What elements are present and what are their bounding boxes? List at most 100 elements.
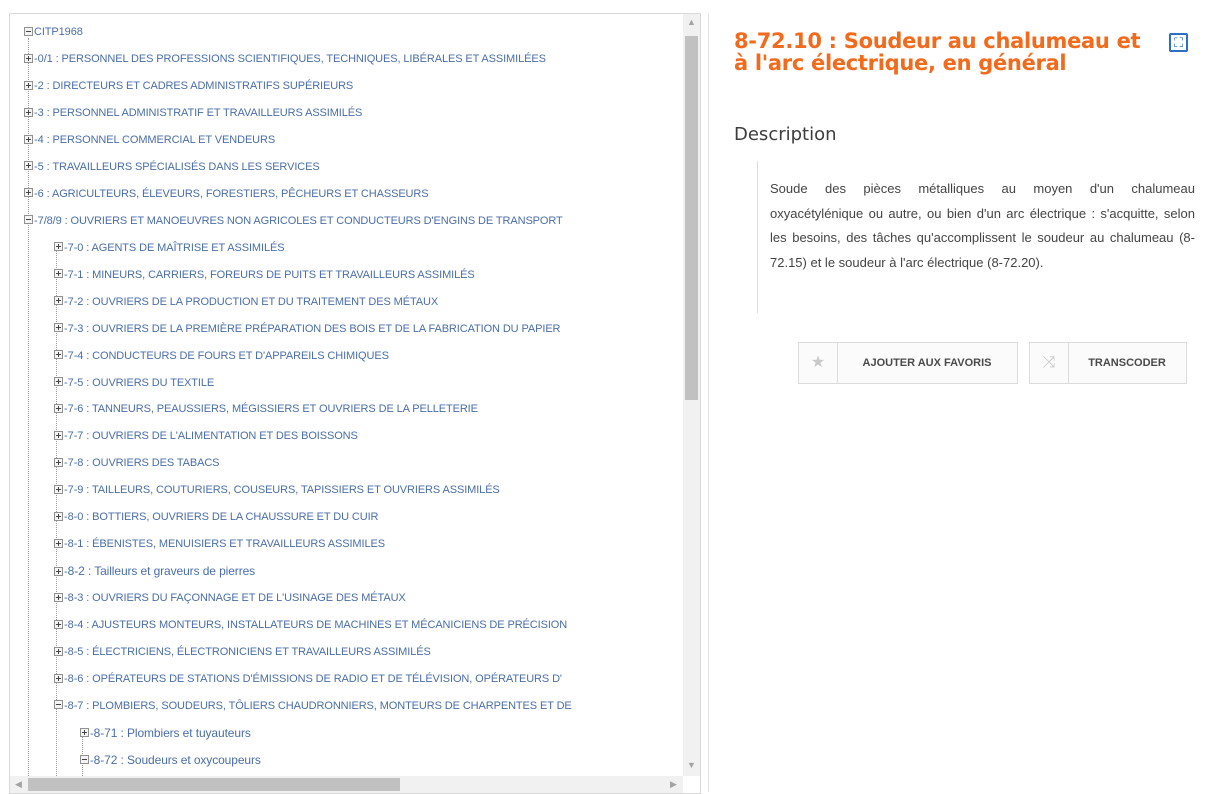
expand-icon[interactable] <box>54 296 63 306</box>
collapse-icon[interactable] <box>80 755 89 765</box>
tree-item-label[interactable]: 7-3 : OUVRIERS DE LA PREMIÈRE PRÉPARATIO… <box>68 323 561 335</box>
tree-item-label[interactable]: 7/8/9 : OUVRIERS ET MANOEUVRES NON AGRIC… <box>38 215 563 227</box>
expand-icon[interactable] <box>54 269 63 279</box>
expand-icon[interactable] <box>54 404 63 414</box>
tree-item-label[interactable]: 8-5 : ÉLECTRICIENS, ÉLECTRONICIENS ET TR… <box>68 646 431 658</box>
tree-item-label[interactable]: 5 : TRAVAILLEURS SPÉCIALISÉS DANS LES SE… <box>38 161 320 173</box>
tree-root[interactable]: CITP1968 <box>24 19 83 45</box>
tree-item[interactable]: -8-6 : OPÉRATEURS DE STATIONS D'ÉMISSION… <box>54 666 562 692</box>
tree-item[interactable]: -7-0 : AGENTS DE MAÎTRISE ET ASSIMILÉS <box>54 235 285 261</box>
expand-icon[interactable] <box>80 728 89 738</box>
tree-item[interactable]: -8-72 : Soudeurs et oxycoupeurs <box>80 747 261 773</box>
tree-item-label[interactable]: 7-7 : OUVRIERS DE L'ALIMENTATION ET DES … <box>68 430 358 442</box>
collapse-icon[interactable] <box>54 700 63 710</box>
tree-item-label[interactable]: 8-2 : Tailleurs et graveurs de pierres <box>68 564 256 578</box>
expand-icon[interactable] <box>54 323 63 333</box>
tree-item[interactable]: -7-4 : CONDUCTEURS DE FOURS ET D'APPAREI… <box>54 343 389 369</box>
scroll-up-icon[interactable]: ▲ <box>683 14 700 31</box>
tree-item[interactable]: -7-5 : OUVRIERS DU TEXTILE <box>54 370 214 396</box>
tree-item[interactable]: -7-8 : OUVRIERS DES TABACS <box>54 450 220 476</box>
expand-icon[interactable] <box>24 134 33 144</box>
expand-icon[interactable] <box>54 350 63 360</box>
tree-item-label[interactable]: 2 : DIRECTEURS ET CADRES ADMINISTRATIFS … <box>38 80 354 92</box>
scroll-right-icon[interactable]: ▶ <box>665 776 682 793</box>
tree-item[interactable]: -4 : PERSONNEL COMMERCIAL ET VENDEURS <box>24 127 275 153</box>
tree-item[interactable]: -7-1 : MINEURS, CARRIERS, FOREURS DE PUI… <box>54 262 475 288</box>
expand-icon[interactable] <box>24 107 33 117</box>
expand-icon[interactable] <box>54 242 63 252</box>
expand-icon[interactable] <box>54 511 63 521</box>
expand-icon[interactable] <box>54 484 63 494</box>
tree-item[interactable]: -8-0 : BOTTIERS, OUVRIERS DE LA CHAUSSUR… <box>54 504 378 530</box>
fullscreen-icon[interactable]: ⛶ <box>1169 33 1188 52</box>
tree-item-label[interactable]: 7-0 : AGENTS DE MAÎTRISE ET ASSIMILÉS <box>68 242 285 254</box>
star-icon: ★ <box>799 343 838 383</box>
expand-icon[interactable] <box>54 592 63 602</box>
tree-root-label[interactable]: CITP1968 <box>34 26 83 38</box>
tree-item-label[interactable]: 8-71 : Plombiers et tuyauteurs <box>94 726 251 740</box>
expand-icon[interactable] <box>24 161 33 171</box>
tree-item-label[interactable]: 8-4 : AJUSTEURS MONTEURS, INSTALLATEURS … <box>68 619 568 631</box>
tree-item[interactable]: -8-5 : ÉLECTRICIENS, ÉLECTRONICIENS ET T… <box>54 639 431 665</box>
tree-item[interactable]: -5 : TRAVAILLEURS SPÉCIALISÉS DANS LES S… <box>24 154 320 180</box>
add-to-favorites-button[interactable]: ★ AJOUTER AUX FAVORIS <box>798 342 1018 384</box>
tree-item[interactable]: -7-9 : TAILLEURS, COUTURIERS, COUSEURS, … <box>54 477 500 503</box>
vertical-scrollbar[interactable]: ▲ ▼ <box>683 14 700 776</box>
tree-item-label[interactable]: 7-5 : OUVRIERS DU TEXTILE <box>68 377 215 389</box>
tree-item[interactable]: -7-6 : TANNEURS, PEAUSSIERS, MÉGISSIERS … <box>54 396 478 422</box>
expand-icon[interactable] <box>54 619 63 629</box>
tree-item[interactable]: -3 : PERSONNEL ADMINISTRATIF ET TRAVAILL… <box>24 100 362 126</box>
tree-item[interactable]: -2 : DIRECTEURS ET CADRES ADMINISTRATIFS… <box>24 73 353 99</box>
tree-item-label[interactable]: 7-2 : OUVRIERS DE LA PRODUCTION ET DU TR… <box>68 296 439 308</box>
expand-icon[interactable] <box>24 80 33 90</box>
expand-icon[interactable] <box>54 566 63 576</box>
expand-icon[interactable] <box>54 646 63 656</box>
tree-item-label[interactable]: 8-0 : BOTTIERS, OUVRIERS DE LA CHAUSSURE… <box>68 511 379 523</box>
tree-item[interactable]: -8-2 : Tailleurs et graveurs de pierres <box>54 558 255 584</box>
collapse-icon[interactable] <box>24 215 33 225</box>
expand-icon[interactable] <box>54 673 63 683</box>
collapse-icon[interactable] <box>24 26 33 36</box>
tree-item-label[interactable]: 8-72 : Soudeurs et oxycoupeurs <box>94 753 261 767</box>
tree-item[interactable]: -6 : AGRICULTEURS, ÉLEVEURS, FORESTIERS,… <box>24 181 429 207</box>
tree-item[interactable]: -7/8/9 : OUVRIERS ET MANOEUVRES NON AGRI… <box>24 208 563 234</box>
tree-item[interactable]: -8-71 : Plombiers et tuyauteurs <box>80 720 251 746</box>
tree-item-label[interactable]: 7-8 : OUVRIERS DES TABACS <box>68 457 220 469</box>
horizontal-scrollbar[interactable]: ◀ ▶ <box>10 776 683 793</box>
add-to-favorites-label: AJOUTER AUX FAVORIS <box>862 357 992 369</box>
tree-item-label[interactable]: 8-7 : PLOMBIERS, SOUDEURS, TÔLIERS CHAUD… <box>68 700 572 712</box>
expand-icon[interactable] <box>54 538 63 548</box>
tree-item-label[interactable]: 8-3 : OUVRIERS DU FAÇONNAGE ET DE L'USIN… <box>68 592 406 604</box>
expand-icon[interactable] <box>54 457 63 467</box>
tree-item-label[interactable]: 7-1 : MINEURS, CARRIERS, FOREURS DE PUIT… <box>68 269 475 281</box>
tree-item[interactable]: -7-3 : OUVRIERS DE LA PREMIÈRE PRÉPARATI… <box>54 316 561 342</box>
tree-item[interactable]: -7-7 : OUVRIERS DE L'ALIMENTATION ET DES… <box>54 423 358 449</box>
tree-item-label[interactable]: 6 : AGRICULTEURS, ÉLEVEURS, FORESTIERS, … <box>38 188 429 200</box>
occupation-title: 8-72.10 : Soudeur au chalumeau et à l'ar… <box>734 29 1141 75</box>
tree-item[interactable]: -8-7 : PLOMBIERS, SOUDEURS, TÔLIERS CHAU… <box>54 693 572 719</box>
tree-item-label[interactable]: 7-6 : TANNEURS, PEAUSSIERS, MÉGISSIERS E… <box>68 403 478 415</box>
expand-icon[interactable] <box>54 430 63 440</box>
tree-item[interactable]: -7-2 : OUVRIERS DE LA PRODUCTION ET DU T… <box>54 289 438 315</box>
tree-item-label[interactable]: 3 : PERSONNEL ADMINISTRATIF ET TRAVAILLE… <box>38 107 363 119</box>
tree-item[interactable]: -8-4 : AJUSTEURS MONTEURS, INSTALLATEURS… <box>54 612 567 638</box>
scroll-down-icon[interactable]: ▼ <box>683 757 700 774</box>
expand-icon[interactable] <box>24 53 33 63</box>
tree-item-label[interactable]: 0/1 : PERSONNEL DES PROFESSIONS SCIENTIF… <box>38 53 546 65</box>
tree-item[interactable]: -8-1 : ÉBENISTES, MENUISIERS ET TRAVAILL… <box>54 531 385 557</box>
tree-item-label[interactable]: 7-4 : CONDUCTEURS DE FOURS ET D'APPAREIL… <box>68 350 389 362</box>
vertical-scroll-thumb[interactable] <box>685 36 698 400</box>
transcode-label: TRANSCODER <box>1088 357 1166 369</box>
tree-item-label[interactable]: 8-6 : OPÉRATEURS DE STATIONS D'ÉMISSIONS… <box>68 673 562 685</box>
tree-item[interactable]: -8-3 : OUVRIERS DU FAÇONNAGE ET DE L'USI… <box>54 585 406 611</box>
description-heading: Description <box>734 124 837 145</box>
tree-item-label[interactable]: 4 : PERSONNEL COMMERCIAL ET VENDEURS <box>38 134 276 146</box>
scroll-left-icon[interactable]: ◀ <box>10 776 27 793</box>
tree-item[interactable]: -0/1 : PERSONNEL DES PROFESSIONS SCIENTI… <box>24 46 546 72</box>
transcode-button[interactable]: ⤨ TRANSCODER <box>1029 342 1187 384</box>
tree-item-label[interactable]: 8-1 : ÉBENISTES, MENUISIERS ET TRAVAILLE… <box>68 538 385 550</box>
expand-icon[interactable] <box>54 377 63 387</box>
tree-item-label[interactable]: 7-9 : TAILLEURS, COUTURIERS, COUSEURS, T… <box>68 484 500 496</box>
expand-icon[interactable] <box>24 188 33 198</box>
horizontal-scroll-thumb[interactable] <box>28 778 400 791</box>
